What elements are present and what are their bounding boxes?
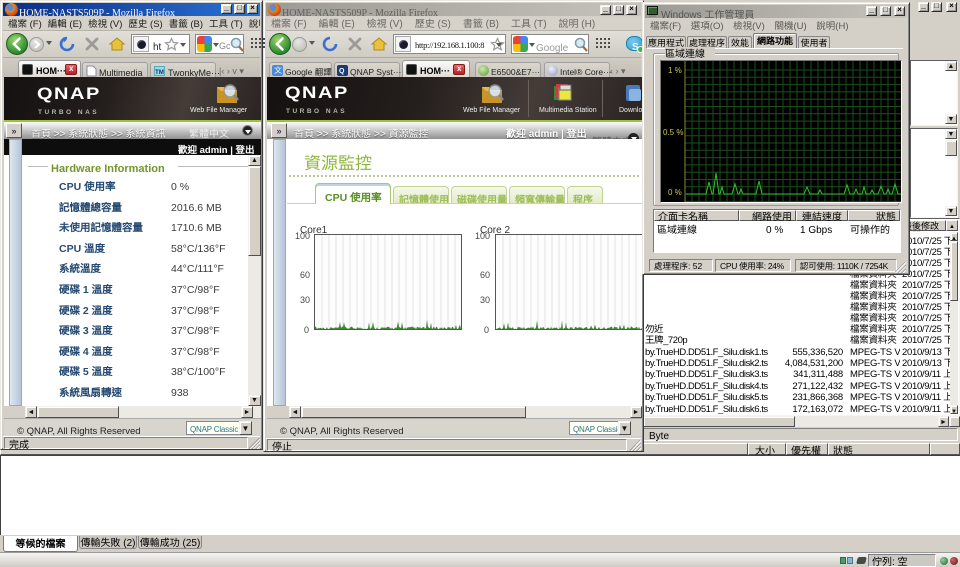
svg-text:0 %: 0 % [668,188,682,197]
svg-text:1 %: 1 % [668,66,682,75]
svg-text:0.5 %: 0.5 % [663,128,683,137]
